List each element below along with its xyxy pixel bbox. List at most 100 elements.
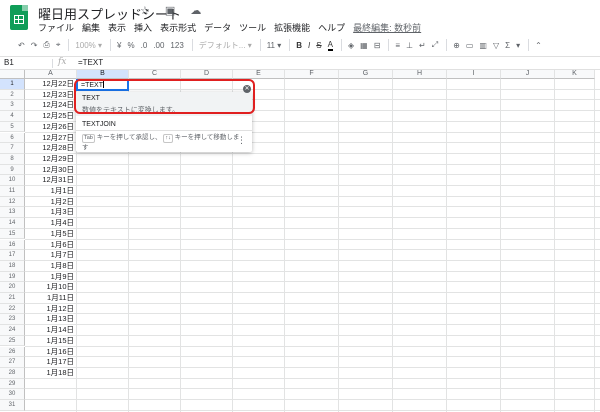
menu-view[interactable]: 表示 bbox=[108, 21, 126, 34]
cell-a[interactable]: 1月11日 bbox=[25, 293, 77, 304]
undo-icon[interactable]: ↶ bbox=[18, 41, 25, 50]
row-header[interactable]: 9 bbox=[0, 164, 25, 176]
vertical-align-icon[interactable]: ⊥ bbox=[406, 41, 413, 50]
row-header[interactable]: 17 bbox=[0, 250, 25, 261]
paint-format-icon[interactable]: ⌖ bbox=[56, 40, 61, 50]
row-header[interactable]: 5 bbox=[0, 121, 25, 133]
row-header[interactable]: 15 bbox=[0, 228, 25, 240]
suggestion-textjoin[interactable]: TEXTJOIN bbox=[82, 121, 116, 128]
sheets-logo-icon[interactable] bbox=[10, 5, 28, 30]
cell-a[interactable]: 12月27日 bbox=[25, 133, 77, 144]
print-icon[interactable]: ⎙ bbox=[43, 40, 49, 50]
cell-a[interactable]: 1月10日 bbox=[25, 282, 77, 293]
row-header[interactable]: 24 bbox=[0, 325, 25, 336]
row-header[interactable]: 7 bbox=[0, 143, 25, 154]
column-header-k[interactable]: K bbox=[555, 70, 595, 79]
cell-a[interactable]: 1月17日 bbox=[25, 357, 77, 368]
cell-a[interactable]: 1月4日 bbox=[25, 218, 77, 229]
redo-icon[interactable]: ↷ bbox=[31, 41, 38, 50]
row-header[interactable]: 23 bbox=[0, 314, 25, 326]
text-color-button[interactable]: A bbox=[327, 40, 333, 51]
column-header-c[interactable]: C bbox=[129, 70, 181, 79]
row-header[interactable]: 30 bbox=[0, 389, 25, 400]
cell-a[interactable]: 1月1日 bbox=[25, 186, 77, 197]
decrease-decimal-button[interactable]: .0 bbox=[141, 41, 148, 50]
functions-icon[interactable]: Σ bbox=[505, 41, 510, 50]
italic-button[interactable]: I bbox=[308, 41, 310, 50]
row-header[interactable]: 10 bbox=[0, 175, 25, 186]
cell-a[interactable]: 1月15日 bbox=[25, 336, 77, 347]
row-header[interactable]: 26 bbox=[0, 346, 25, 358]
cell-a[interactable]: 12月31日 bbox=[25, 175, 77, 186]
collapse-menu-icon[interactable]: ⌃ bbox=[535, 41, 542, 50]
cell-a[interactable]: 1月6日 bbox=[25, 240, 77, 251]
horizontal-align-icon[interactable]: ≡ bbox=[395, 41, 400, 50]
menu-insert[interactable]: 挿入 bbox=[134, 21, 152, 34]
cell-a[interactable]: 1月5日 bbox=[25, 229, 77, 240]
row-header[interactable]: 4 bbox=[0, 111, 25, 122]
cell-a[interactable]: 12月28日 bbox=[25, 143, 77, 154]
text-wrap-icon[interactable]: ↵ bbox=[419, 41, 426, 50]
more-formats-button[interactable]: 123 bbox=[170, 41, 183, 50]
cell-a[interactable]: 1月16日 bbox=[25, 347, 77, 358]
text-rotate-icon[interactable]: ⤢ bbox=[432, 40, 438, 50]
currency-button[interactable]: ¥ bbox=[117, 41, 121, 50]
merge-cells-icon[interactable]: ⊟ bbox=[374, 41, 381, 50]
chevron-down-icon[interactable]: ▾ bbox=[516, 41, 520, 50]
row-header[interactable]: 14 bbox=[0, 218, 25, 229]
column-header-g[interactable]: G bbox=[339, 70, 393, 79]
row-header[interactable]: 19 bbox=[0, 271, 25, 283]
menu-tools[interactable]: ツール bbox=[239, 21, 266, 34]
row-header[interactable]: 12 bbox=[0, 196, 25, 208]
name-box[interactable]: B1 bbox=[4, 58, 50, 69]
cell-a[interactable]: 1月18日 bbox=[25, 368, 77, 379]
menu-file[interactable]: ファイル bbox=[38, 21, 74, 34]
column-header-e[interactable]: E bbox=[233, 70, 285, 79]
menu-format[interactable]: 表示形式 bbox=[160, 21, 196, 34]
column-header-h[interactable]: H bbox=[393, 70, 447, 79]
cell-a[interactable]: 1月2日 bbox=[25, 197, 77, 208]
star-move-cloud-icons[interactable]: ☆ ▣ ☁ bbox=[140, 4, 207, 17]
row-header[interactable]: 8 bbox=[0, 153, 25, 165]
column-header-i[interactable]: I bbox=[447, 70, 501, 79]
row-header[interactable]: 16 bbox=[0, 239, 25, 251]
row-header[interactable]: 31 bbox=[0, 400, 25, 411]
percent-button[interactable]: % bbox=[128, 41, 135, 50]
insert-comment-icon[interactable]: ▭ bbox=[466, 41, 474, 50]
cell-a[interactable]: 12月24日 bbox=[25, 100, 77, 111]
increase-decimal-button[interactable]: .00 bbox=[153, 41, 164, 50]
cell-a[interactable]: 1月14日 bbox=[25, 325, 77, 336]
row-header[interactable]: 22 bbox=[0, 303, 25, 315]
row-header[interactable]: 25 bbox=[0, 335, 25, 347]
row-header[interactable]: 2 bbox=[0, 89, 25, 101]
cell-a[interactable]: 1月12日 bbox=[25, 304, 77, 315]
column-header-d[interactable]: D bbox=[181, 70, 233, 79]
strikethrough-button[interactable]: S bbox=[316, 41, 321, 50]
column-header-j[interactable]: J bbox=[501, 70, 555, 79]
font-size-select[interactable]: 11 ▾ bbox=[267, 41, 282, 50]
cell-a[interactable]: 12月30日 bbox=[25, 165, 77, 176]
insert-chart-icon[interactable]: ▥ bbox=[479, 41, 487, 50]
row-header[interactable]: 6 bbox=[0, 132, 25, 144]
cell-a[interactable]: 12月23日 bbox=[25, 90, 77, 101]
formula-input[interactable]: =TEXT bbox=[78, 58, 103, 67]
column-header-a[interactable]: A bbox=[25, 70, 77, 79]
cell-a[interactable]: 1月13日 bbox=[25, 314, 77, 325]
menu-edit[interactable]: 編集 bbox=[82, 21, 100, 34]
fill-color-icon[interactable]: ◈ bbox=[348, 41, 354, 50]
cell-a[interactable]: 12月22日 bbox=[25, 79, 77, 90]
more-options-icon[interactable]: ⋮ bbox=[237, 135, 246, 146]
row-header[interactable]: 27 bbox=[0, 357, 25, 368]
row-header[interactable]: 1 bbox=[0, 79, 25, 90]
row-header[interactable]: 20 bbox=[0, 282, 25, 293]
bold-button[interactable]: B bbox=[296, 41, 302, 50]
row-header[interactable]: 13 bbox=[0, 207, 25, 219]
row-header[interactable]: 29 bbox=[0, 378, 25, 390]
cell-a[interactable]: 1月8日 bbox=[25, 261, 77, 272]
cell-a[interactable]: 12月29日 bbox=[25, 154, 77, 165]
zoom-select[interactable]: 100% ▾ bbox=[75, 41, 102, 50]
font-select[interactable]: デフォルト... ▾ bbox=[199, 40, 252, 51]
cell-a[interactable]: 1月7日 bbox=[25, 250, 77, 261]
cell-a[interactable]: 1月9日 bbox=[25, 272, 77, 283]
cell-a[interactable]: 12月26日 bbox=[25, 122, 77, 133]
